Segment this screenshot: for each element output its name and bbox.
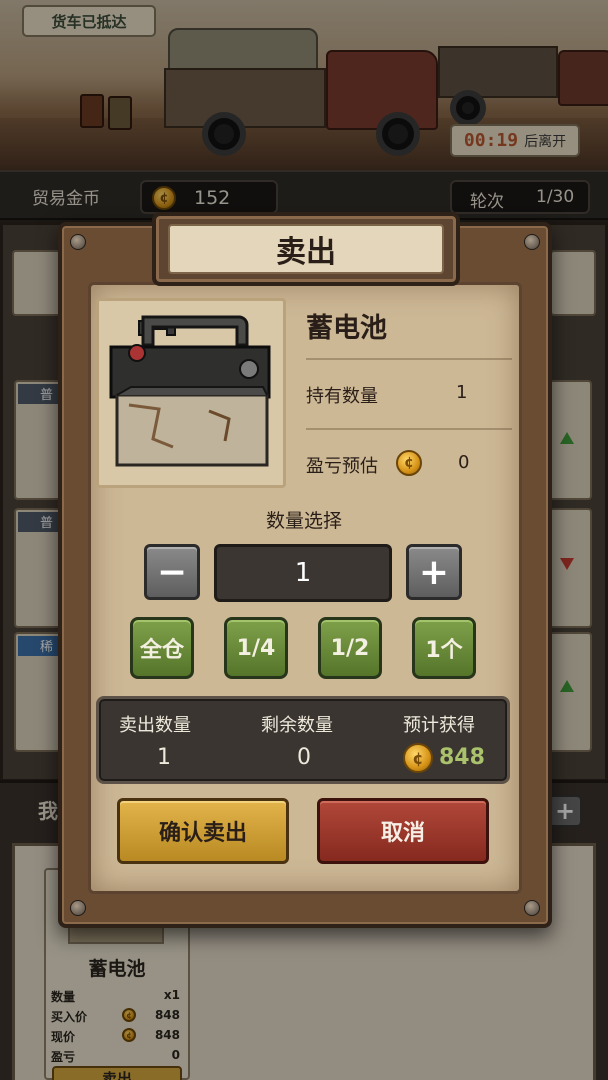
battery-icon (109, 315, 271, 467)
coin-icon (396, 450, 422, 476)
coin-icon (403, 743, 433, 773)
pnl-label: 盈亏预估 (306, 456, 378, 477)
rivet-icon (70, 234, 86, 250)
remain-label: 剩余数量 (261, 715, 333, 736)
pnl-estimate-row: 盈亏预估 0 (306, 452, 469, 478)
rivet-icon (524, 900, 540, 916)
sell-summary: 卖出数量 剩余数量 预计获得 1 0 848 (96, 696, 510, 784)
expected-label: 预计获得 (403, 715, 475, 736)
decrease-button[interactable]: − (144, 544, 200, 600)
divider (306, 358, 512, 360)
expected-value: 848 (439, 745, 485, 770)
quick-quarter-button[interactable]: 1/4 (224, 617, 288, 679)
rivet-icon (524, 234, 540, 250)
sell-qty-value: 1 (157, 745, 171, 770)
quick-half-button[interactable]: 1/2 (318, 617, 382, 679)
quantity-value: 1 (294, 558, 312, 588)
quick-one-button[interactable]: 1个 (412, 617, 476, 679)
held-qty-row: 持有数量 1 (306, 382, 467, 408)
quantity-input[interactable]: 1 (214, 544, 392, 602)
quick-all-button[interactable]: 全仓 (130, 617, 194, 679)
quantity-select-label: 数量选择 (265, 510, 342, 532)
rivet-icon (70, 900, 86, 916)
dialog-title: 卖出 (276, 235, 336, 270)
remain-value: 0 (297, 745, 311, 770)
dialog-title-plate: 卖出 (152, 212, 460, 286)
cancel-button[interactable]: 取消 (317, 798, 489, 864)
plus-icon: + (418, 551, 450, 593)
pnl-value: 0 (458, 452, 470, 473)
item-name: 蓄电池 (306, 313, 387, 344)
confirm-sell-button[interactable]: 确认卖出 (117, 798, 289, 864)
increase-button[interactable]: + (406, 544, 462, 600)
item-image-frame (96, 298, 286, 488)
held-label: 持有数量 (306, 386, 378, 407)
minus-icon: − (156, 551, 188, 593)
sell-qty-label: 卖出数量 (119, 715, 191, 736)
divider (306, 428, 512, 430)
held-value: 1 (456, 382, 468, 403)
